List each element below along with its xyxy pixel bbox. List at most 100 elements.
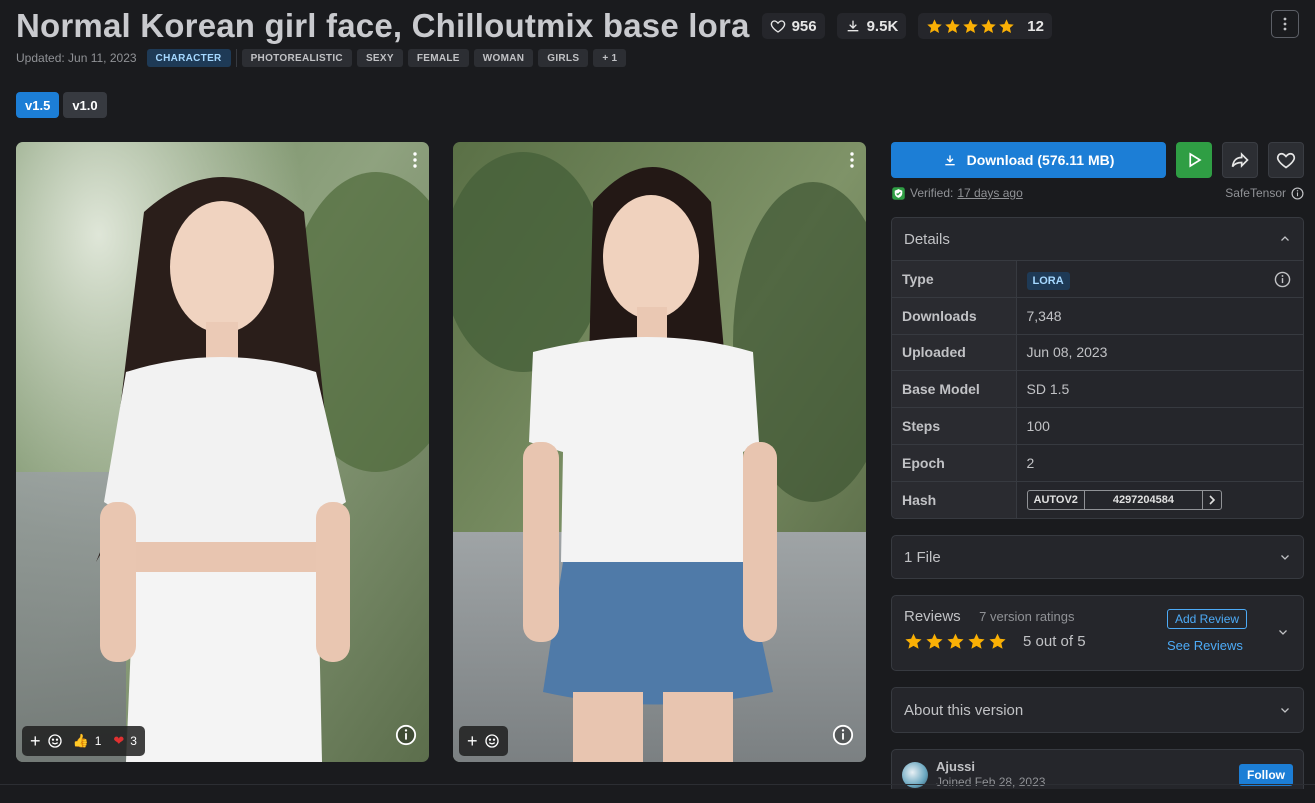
tag-woman[interactable]: WOMAN: [473, 49, 534, 67]
table-row: Hash AUTOV2 4297204584: [892, 480, 1303, 519]
download-label: Download (576.11 MB): [966, 152, 1115, 168]
divider: [0, 784, 1315, 785]
reviews-panel: Reviews 7 version ratings 5 out of 5 Add…: [891, 595, 1304, 672]
category-tag[interactable]: CHARACTER: [146, 49, 231, 67]
detail-key: Downloads: [892, 296, 1017, 335]
table-row: Epoch 2: [892, 443, 1303, 482]
version-tab-v1-5[interactable]: v1.5: [16, 92, 60, 118]
star-icon: [981, 18, 997, 33]
likes-stat[interactable]: 956: [761, 13, 825, 39]
vertical-dots-icon: [413, 152, 417, 168]
files-panel[interactable]: 1 File: [891, 535, 1304, 580]
table-row: Steps 100: [892, 407, 1303, 445]
tag-photorealistic[interactable]: PHOTOREALISTIC: [241, 49, 352, 67]
thumbs-up-icon[interactable]: 👍: [73, 733, 89, 749]
version-tab-v1-0[interactable]: v1.0: [63, 92, 107, 118]
details-title: Details: [904, 230, 950, 248]
details-panel: Details Type LORA Downloads 7,348 Upload…: [891, 217, 1304, 520]
star-icon: [927, 18, 943, 33]
tag-female[interactable]: FEMALE: [407, 49, 469, 67]
detail-value: 2: [1016, 443, 1303, 482]
star-icon: [999, 18, 1015, 33]
model-meta: Updated: Jun 11, 2023 CHARACTER PHOTOREA…: [16, 49, 627, 67]
tag-more[interactable]: + 1: [593, 49, 627, 67]
detail-value: 7,348: [1016, 296, 1303, 335]
files-header[interactable]: 1 File: [892, 536, 1303, 578]
download-icon: [944, 155, 955, 166]
star-icon: [963, 18, 979, 33]
about-header[interactable]: About this version: [892, 688, 1303, 732]
table-row: Base Model SD 1.5: [892, 370, 1303, 408]
add-reaction-icon[interactable]: +: [30, 732, 41, 750]
rating-stars: [926, 18, 1015, 35]
heart-icon: [1276, 152, 1296, 169]
gallery-image: [16, 142, 429, 762]
table-row: Type LORA: [892, 260, 1303, 298]
chevron-down-icon[interactable]: [1277, 626, 1289, 638]
image-info-button[interactable]: [395, 724, 417, 751]
download-button[interactable]: Download (576.11 MB): [891, 142, 1166, 178]
tag-girls[interactable]: GIRLS: [538, 49, 589, 67]
smiley-icon[interactable]: [47, 733, 63, 749]
detail-key: Uploaded: [892, 333, 1017, 371]
vertical-dots-icon: [850, 152, 854, 168]
thumbs-up-count: 1: [94, 734, 102, 748]
run-button[interactable]: [1176, 142, 1212, 178]
star-icon: [945, 18, 961, 33]
detail-value: AUTOV2 4297204584: [1016, 480, 1303, 519]
gallery-image-card[interactable]: + 👍 1 ❤ 3: [16, 142, 429, 762]
verified-time[interactable]: 17 days ago: [957, 186, 1022, 200]
detail-value: LORA: [1016, 260, 1303, 298]
favorite-button[interactable]: [1268, 142, 1304, 178]
hash-value[interactable]: 4297204584: [1085, 490, 1203, 509]
detail-value: Jun 08, 2023: [1016, 333, 1303, 371]
chevron-down-icon: [1281, 708, 1289, 713]
tag-sexy[interactable]: SEXY: [356, 49, 403, 67]
detail-key: Base Model: [892, 370, 1017, 408]
safetensor-label: SafeTensor: [1225, 186, 1286, 200]
vertical-dots-icon: [1283, 17, 1287, 31]
chevron-up-icon: [1281, 236, 1289, 241]
hash-type[interactable]: AUTOV2: [1028, 490, 1085, 509]
safetensor-info[interactable]: SafeTensor: [1225, 186, 1304, 200]
about-title: About this version: [904, 701, 1024, 719]
gallery-image-card[interactable]: +: [453, 142, 866, 762]
rating-stat[interactable]: 12: [918, 13, 1052, 39]
divider: [235, 49, 237, 67]
heart-icon[interactable]: ❤: [113, 733, 124, 749]
see-reviews-link[interactable]: See Reviews: [1167, 638, 1243, 653]
creator-name[interactable]: Ajussi: [936, 759, 975, 774]
about-panel[interactable]: About this version: [891, 687, 1304, 734]
add-review-button[interactable]: Add Review: [1167, 609, 1248, 630]
detail-value: 100: [1016, 407, 1303, 445]
review-stars: [904, 632, 1007, 651]
reviews-summary: Reviews 7 version ratings 5 out of 5 Add…: [892, 596, 1303, 670]
smiley-icon[interactable]: [484, 733, 500, 749]
table-row: Uploaded Jun 08, 2023: [892, 333, 1303, 371]
info-icon: [395, 724, 417, 746]
star-icon: [968, 633, 985, 649]
detail-key: Epoch: [892, 443, 1017, 482]
chevron-right-icon[interactable]: [1203, 491, 1221, 509]
verification-row: Verified: 17 days ago SafeTensor: [891, 185, 1304, 201]
share-button[interactable]: [1222, 142, 1258, 178]
model-sidebar: Download (576.11 MB) Verified: 17 days a…: [891, 142, 1304, 790]
model-header: Normal Korean girl face, Chilloutmix bas…: [16, 6, 1299, 46]
download-icon: [847, 20, 858, 32]
image-info-button[interactable]: [832, 724, 854, 751]
files-title: 1 File: [904, 548, 941, 566]
detail-key: Type: [892, 260, 1017, 298]
reviews-title: Reviews: [904, 608, 961, 626]
add-reaction-icon[interactable]: +: [467, 732, 478, 750]
details-table: Type LORA Downloads 7,348 Uploaded Jun 0…: [892, 260, 1303, 519]
downloads-stat: 9.5K: [836, 13, 907, 39]
review-score: 5 out of 5: [1023, 633, 1086, 651]
follow-button[interactable]: Follow: [1239, 764, 1293, 787]
image-menu-button[interactable]: [413, 152, 417, 173]
more-menu-button[interactable]: [1271, 10, 1299, 38]
image-menu-button[interactable]: [850, 152, 854, 173]
star-icon: [926, 633, 943, 649]
details-header[interactable]: Details: [892, 218, 1303, 260]
info-icon[interactable]: [1274, 271, 1291, 288]
hash-selector[interactable]: AUTOV2 4297204584: [1026, 489, 1222, 510]
